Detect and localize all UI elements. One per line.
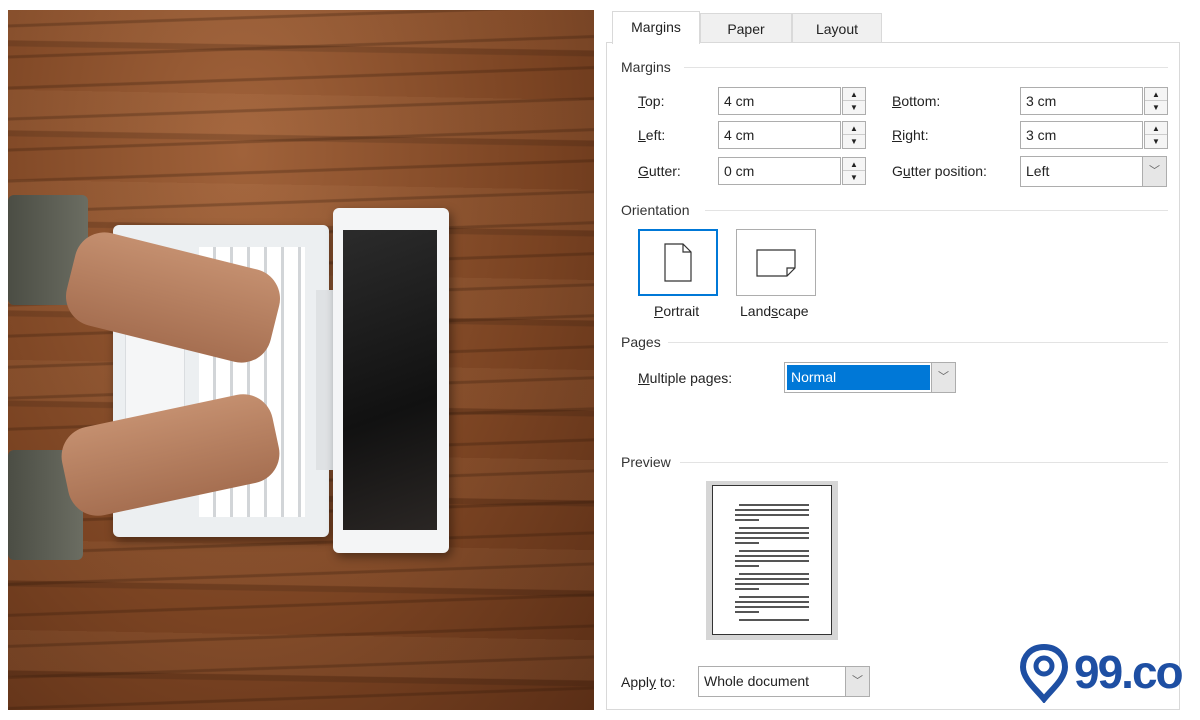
portrait-page-icon <box>664 243 692 282</box>
divider <box>705 210 1168 211</box>
preview-text-line <box>739 596 809 598</box>
preview-text-line <box>735 583 809 585</box>
preview-text-line <box>735 560 809 562</box>
margins-group-label: Margins <box>621 59 671 75</box>
portrait-button[interactable] <box>638 229 718 296</box>
gutter-label: Gutter: <box>638 163 681 179</box>
laptop-lid <box>333 208 449 553</box>
left-label: Left: <box>638 127 666 143</box>
tab-margins[interactable]: Margins <box>612 11 700 44</box>
gutter-spinner[interactable]: ▲ ▼ <box>842 157 866 185</box>
right-margin-spinner[interactable]: ▲ ▼ <box>1144 121 1168 149</box>
preview-text-line <box>735 537 809 539</box>
gutter-position-value: Left <box>1026 163 1050 179</box>
preview-text-line <box>735 606 809 608</box>
preview-text-line <box>735 578 809 580</box>
preview-text-line <box>735 532 809 534</box>
laptop-typing-photo <box>8 10 594 710</box>
chevron-down-icon[interactable]: ﹀ <box>931 363 955 392</box>
multiple-pages-select[interactable]: Normal ﹀ <box>784 362 956 393</box>
bottom-margin-spinner[interactable]: ▲ ▼ <box>1144 87 1168 115</box>
multiple-pages-label: Multiple pages: <box>638 370 733 386</box>
logo-text: 99.co <box>1074 646 1184 698</box>
preview-frame <box>706 481 838 640</box>
top-margin-input[interactable]: 4 cm <box>718 87 841 115</box>
preview-text-line <box>735 542 759 544</box>
orientation-group-label: Orientation <box>621 202 690 218</box>
bottom-label: Bottom: <box>892 93 941 109</box>
preview-text-line <box>739 573 809 575</box>
99co-logo: 99.co <box>1020 643 1184 703</box>
preview-text-line <box>739 504 809 506</box>
right-margin-input[interactable]: 3 cm <box>1020 121 1143 149</box>
divider <box>684 67 1168 68</box>
divider <box>668 342 1168 343</box>
preview-text-line <box>735 588 759 590</box>
left-margin-input[interactable]: 4 cm <box>718 121 841 149</box>
apply-to-select[interactable]: Whole document ﹀ <box>698 666 870 697</box>
preview-text-line <box>735 565 759 567</box>
gutter-position-select[interactable]: Left ﹀ <box>1020 156 1167 187</box>
landscape-label: Landscape <box>740 303 809 319</box>
top-label: Top: <box>638 93 665 109</box>
landscape-button[interactable] <box>736 229 816 296</box>
chevron-down-icon[interactable]: ﹀ <box>845 667 869 696</box>
landscape-page-icon <box>756 249 796 277</box>
preview-text-line <box>735 611 759 613</box>
tab-paper[interactable]: Paper <box>700 13 792 43</box>
portrait-label: Portrait <box>654 303 700 319</box>
gutter-input[interactable]: 0 cm <box>718 157 841 185</box>
laptop-screen <box>343 230 437 530</box>
multiple-pages-value: Normal <box>787 365 930 390</box>
preview-text-line <box>739 527 809 529</box>
apply-to-value: Whole document <box>704 673 810 689</box>
top-margin-spinner[interactable]: ▲ ▼ <box>842 87 866 115</box>
location-pin-icon <box>1020 643 1068 703</box>
preview-text-line <box>735 514 809 516</box>
divider <box>680 462 1168 463</box>
gutter-position-label: Gutter position: <box>892 163 987 179</box>
preview-text-line <box>735 519 759 521</box>
apply-to-label: Apply to: <box>621 674 676 690</box>
preview-text-line <box>735 601 809 603</box>
preview-page <box>712 485 832 635</box>
preview-text-line <box>735 555 809 557</box>
left-margin-spinner[interactable]: ▲ ▼ <box>842 121 866 149</box>
pages-group-label: Pages <box>621 334 661 350</box>
tab-layout[interactable]: Layout <box>792 13 882 43</box>
preview-text-line <box>739 550 809 552</box>
preview-text-line <box>739 619 809 621</box>
chevron-down-icon[interactable]: ﹀ <box>1142 157 1166 186</box>
bottom-margin-input[interactable]: 3 cm <box>1020 87 1143 115</box>
preview-text-line <box>735 509 809 511</box>
preview-group-label: Preview <box>621 454 671 470</box>
right-label: Right: <box>892 127 929 143</box>
